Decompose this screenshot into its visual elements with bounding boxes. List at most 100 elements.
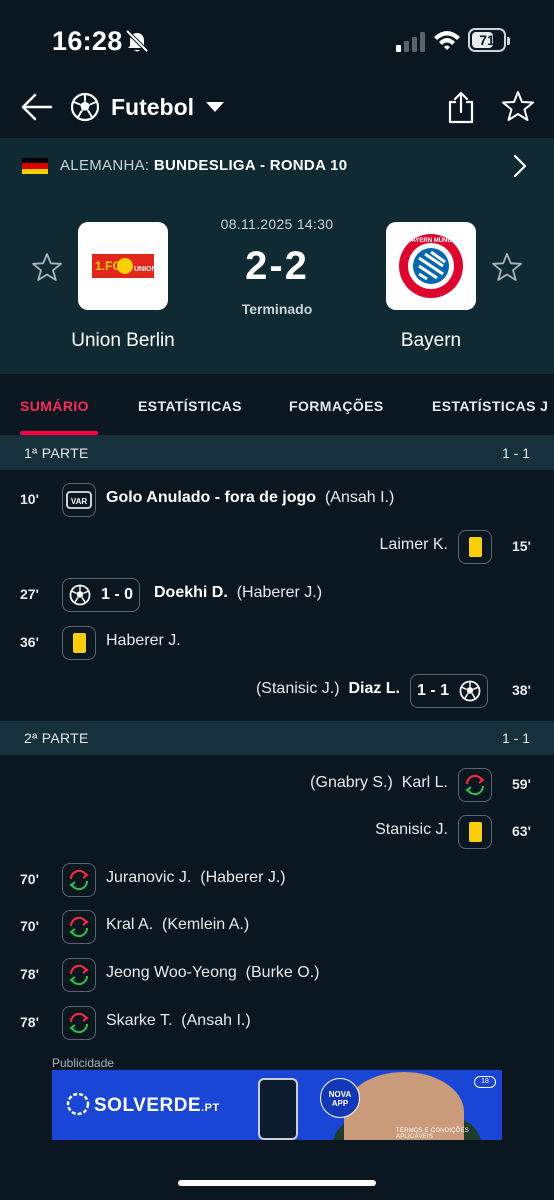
tab-lineups[interactable]: FORMAÇÕES bbox=[289, 398, 384, 414]
event-text: Golo Anulado - fora de jogo (Ansah I.) bbox=[106, 489, 395, 506]
tab-statistics[interactable]: ESTATÍSTICAS bbox=[138, 398, 242, 414]
event-text: (Stanisic J.) Diaz L. bbox=[255, 680, 400, 697]
substitution-icon bbox=[62, 1006, 96, 1040]
event-minute: 38' bbox=[512, 682, 531, 698]
yellow-card-icon bbox=[458, 530, 492, 564]
event-text: Skarke T. (Ansah I.) bbox=[106, 1012, 251, 1029]
soccer-ball-icon bbox=[70, 92, 100, 122]
event-player: Haberer J. bbox=[106, 632, 181, 649]
event-text: Juranovic J. (Haberer J.) bbox=[106, 869, 286, 886]
event-minute: 78' bbox=[20, 1014, 39, 1030]
chevron-right-icon bbox=[513, 154, 527, 178]
goal-score: 1 - 0 bbox=[101, 586, 134, 603]
substitution-icon bbox=[62, 910, 96, 944]
match-datetime: 08.11.2025 14:30 bbox=[220, 216, 334, 232]
svg-text:UNION: UNION bbox=[134, 266, 157, 273]
event-text: Jeong Woo-Yeong (Burke O.) bbox=[106, 964, 320, 981]
battery-icon: 71 bbox=[468, 28, 510, 52]
ad-terms: TERMOS E CONDIÇÕES APLICÁVEIS bbox=[396, 1128, 469, 1140]
home-team-name[interactable]: Union Berlin bbox=[33, 330, 213, 352]
goal-badge: 1 - 1 bbox=[410, 674, 489, 708]
substitution-icon bbox=[458, 768, 492, 802]
event-row[interactable]: Stanisic J. 63' bbox=[0, 809, 554, 857]
event-text: Kral A. (Kemlein A.) bbox=[106, 916, 250, 933]
soccer-ball-icon bbox=[459, 680, 481, 702]
chevron-down-icon[interactable] bbox=[206, 102, 224, 112]
event-row[interactable]: 36' Haberer J. bbox=[0, 620, 554, 668]
solverde-logo-icon bbox=[66, 1092, 90, 1116]
status-bar: 16:28 71 bbox=[0, 0, 554, 80]
age-rating-badge: 18 bbox=[474, 1076, 496, 1088]
substitution-icon bbox=[62, 958, 96, 992]
section-label: 2ª PARTE bbox=[24, 730, 89, 746]
active-tab-indicator bbox=[20, 431, 98, 435]
event-minute: 27' bbox=[20, 586, 39, 602]
svg-text:VAR: VAR bbox=[71, 497, 88, 506]
share-icon[interactable] bbox=[446, 90, 476, 124]
event-minute: 59' bbox=[512, 776, 531, 792]
var-icon: VAR bbox=[62, 483, 96, 517]
section-score: 1 - 1 bbox=[501, 445, 530, 461]
back-arrow-icon[interactable] bbox=[20, 92, 54, 122]
match-status: Terminado bbox=[241, 301, 313, 317]
event-row[interactable]: (Gnabry S.) Karl L. 59' bbox=[0, 762, 554, 810]
league-bar[interactable]: ALEMANHA: BUNDESLIGA - RONDA 10 bbox=[0, 138, 554, 194]
event-row[interactable]: 27' 1 - 0 Doekhi D. (Haberer J.) bbox=[0, 572, 554, 620]
app-bar: Futebol bbox=[0, 80, 554, 138]
svg-text:FC BAYERN MÜNCHEN: FC BAYERN MÜNCHEN bbox=[398, 237, 465, 244]
section-label: 1ª PARTE bbox=[24, 445, 89, 461]
event-row[interactable]: 78' Skarke T. (Ansah I.) bbox=[0, 1000, 554, 1048]
ad-brand: SOLVERDE.PT bbox=[94, 1095, 220, 1116]
event-minute: 36' bbox=[20, 634, 39, 650]
soccer-ball-icon bbox=[69, 584, 91, 606]
star-icon-home[interactable] bbox=[32, 252, 62, 282]
substitution-icon bbox=[62, 863, 96, 897]
event-row[interactable]: 10' VAR Golo Anulado - fora de jogo (Ans… bbox=[0, 477, 554, 525]
yellow-card-icon bbox=[458, 815, 492, 849]
event-row[interactable]: 70' Juranovic J. (Haberer J.) bbox=[0, 857, 554, 905]
match-header: 1.FC UNION Union Berlin 08.11.2025 14:30… bbox=[0, 194, 554, 374]
goal-score: 1 - 1 bbox=[417, 682, 450, 699]
section-score: 1 - 1 bbox=[501, 730, 530, 746]
event-minute: 15' bbox=[512, 538, 531, 554]
tab-summary[interactable]: SUMÁRIO bbox=[20, 398, 89, 414]
event-minute: 70' bbox=[20, 871, 39, 887]
event-minute: 10' bbox=[20, 491, 39, 507]
germany-flag-icon bbox=[22, 158, 48, 174]
event-minute: 78' bbox=[20, 966, 39, 982]
battery-level: 71 bbox=[479, 32, 495, 48]
event-minute: 63' bbox=[512, 823, 531, 839]
event-text: (Gnabry S.) Karl L. bbox=[310, 774, 448, 791]
event-row[interactable]: 70' Kral A. (Kemlein A.) bbox=[0, 904, 554, 952]
league-title: ALEMANHA: BUNDESLIGA - RONDA 10 bbox=[60, 157, 348, 174]
match-score: 2-2 bbox=[245, 244, 309, 288]
bayern-logo[interactable]: FC BAYERN MÜNCHEN bbox=[386, 222, 476, 310]
tab-bar: SUMÁRIO ESTATÍSTICAS FORMAÇÕES ESTATÍSTI… bbox=[0, 374, 554, 436]
bell-muted-icon bbox=[125, 29, 149, 53]
event-text: Doekhi D. (Haberer J.) bbox=[154, 584, 323, 601]
event-row[interactable]: 78' Jeong Woo-Yeong (Burke O.) bbox=[0, 952, 554, 1000]
yellow-card-icon bbox=[62, 626, 96, 660]
event-player: Laimer K. bbox=[379, 536, 448, 553]
tab-player-statistics[interactable]: ESTATÍSTICAS J bbox=[432, 398, 548, 414]
section-header-first-half: 1ª PARTE 1 - 1 bbox=[0, 436, 554, 470]
phone-image bbox=[258, 1078, 298, 1140]
star-icon[interactable] bbox=[502, 90, 534, 122]
goal-badge: 1 - 0 bbox=[62, 578, 141, 612]
union-berlin-logo[interactable]: 1.FC UNION bbox=[78, 222, 168, 310]
event-row[interactable]: (Stanisic J.) Diaz L. 1 - 1 38' bbox=[0, 668, 554, 716]
sport-selector-label[interactable]: Futebol bbox=[111, 94, 194, 121]
event-row[interactable]: Laimer K. 15' bbox=[0, 524, 554, 572]
advertisement-banner[interactable]: SOLVERDE.PT NOVA APP 18 TERMOS E CONDIÇÕ… bbox=[52, 1070, 502, 1140]
cellular-signal-icon bbox=[396, 32, 425, 52]
status-time: 16:28 bbox=[52, 26, 123, 56]
ad-label: Publicidade bbox=[52, 1056, 115, 1070]
event-player: Stanisic J. bbox=[375, 821, 448, 838]
star-icon-away[interactable] bbox=[492, 252, 522, 282]
away-team-name[interactable]: Bayern bbox=[341, 330, 521, 352]
section-header-second-half: 2ª PARTE 1 - 1 bbox=[0, 721, 554, 755]
home-indicator[interactable] bbox=[178, 1180, 376, 1186]
wifi-icon bbox=[434, 31, 460, 50]
event-minute: 70' bbox=[20, 918, 39, 934]
ad-badge: NOVA APP bbox=[320, 1078, 360, 1118]
